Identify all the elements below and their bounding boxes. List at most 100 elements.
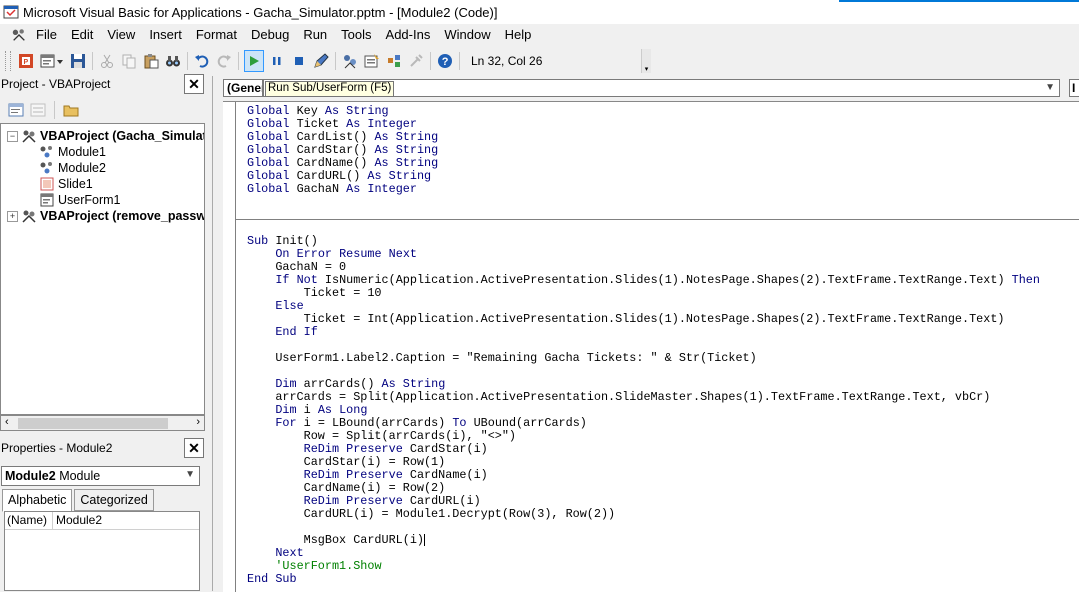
module-icon bbox=[39, 145, 55, 159]
object-browser-icon bbox=[388, 55, 400, 67]
paste-button[interactable] bbox=[142, 52, 160, 70]
properties-grid: (Name) Module2 bbox=[4, 511, 200, 591]
code-line[interactable]: Ticket = Int(Application.ActivePresentat… bbox=[247, 313, 1005, 326]
title-accent bbox=[839, 0, 1079, 2]
object-combo[interactable]: (General) bbox=[223, 79, 263, 97]
tree-item-label: UserForm1 bbox=[58, 193, 121, 207]
toolbar-grip[interactable] bbox=[5, 51, 11, 71]
tree-item-vbaproject-remove-password[interactable]: + VBAProject (remove_password.pptm) bbox=[7, 208, 204, 224]
break-button[interactable] bbox=[268, 52, 286, 70]
view-object-button[interactable] bbox=[29, 101, 47, 119]
undo-icon bbox=[195, 55, 209, 68]
collapse-icon[interactable]: − bbox=[7, 130, 18, 142]
menu-tools[interactable]: Tools bbox=[334, 24, 378, 46]
menu-window[interactable]: Window bbox=[437, 24, 497, 46]
project-pane-toolbar bbox=[0, 98, 206, 122]
chevron-down-icon: ▼ bbox=[185, 469, 195, 480]
view-host-app-button[interactable]: P bbox=[17, 52, 35, 70]
tab-categorized[interactable]: Categorized bbox=[74, 489, 154, 511]
save-button[interactable] bbox=[69, 52, 87, 70]
help-button[interactable]: ? bbox=[436, 52, 454, 70]
menu-addins[interactable]: Add-Ins bbox=[379, 24, 438, 46]
view-code-button[interactable] bbox=[7, 101, 25, 119]
toolbar-separator bbox=[92, 52, 93, 70]
reset-button[interactable] bbox=[290, 52, 308, 70]
window-title: Microsoft Visual Basic for Applications … bbox=[23, 4, 498, 20]
tree-item-module1[interactable]: Module1 bbox=[39, 144, 106, 160]
insert-userform-button[interactable] bbox=[39, 52, 65, 70]
properties-icon bbox=[364, 54, 379, 68]
design-mode-button[interactable] bbox=[312, 52, 330, 70]
tree-item-userform1[interactable]: UserForm1 bbox=[39, 192, 121, 208]
toolbar-options-chevron[interactable]: ▾ bbox=[641, 49, 651, 73]
code-line[interactable]: UserForm1.Label2.Caption = "Remaining Ga… bbox=[247, 352, 756, 365]
properties-pane-close-button[interactable]: ✕ bbox=[184, 438, 204, 458]
code-line[interactable]: CardURL(i) = Module1.Decrypt(Row(3), Row… bbox=[247, 508, 616, 521]
object-browser-button[interactable] bbox=[385, 52, 403, 70]
properties-window-button[interactable] bbox=[363, 52, 381, 70]
project-tree-hscrollbar[interactable]: ‹ › bbox=[0, 415, 205, 431]
property-key: (Name) bbox=[5, 512, 53, 529]
tree-item-module2[interactable]: Module2 bbox=[39, 160, 106, 176]
folder-icon bbox=[63, 105, 79, 117]
slide-object-icon bbox=[39, 177, 55, 191]
toolbar-separator bbox=[238, 52, 239, 70]
properties-object-select[interactable]: Module2 Module ▼ bbox=[1, 466, 200, 486]
copy-icon bbox=[122, 54, 136, 69]
cursor-position-label: Ln 32, Col 26 bbox=[471, 54, 543, 68]
tree-item-slide1[interactable]: Slide1 bbox=[39, 176, 93, 192]
copy-button[interactable] bbox=[120, 52, 138, 70]
paste-icon bbox=[144, 54, 159, 69]
project-explorer-button[interactable] bbox=[341, 52, 359, 70]
code-line[interactable]: Global GachaN As Integer bbox=[247, 183, 417, 196]
menu-help[interactable]: Help bbox=[498, 24, 539, 46]
code-line[interactable]: End If bbox=[247, 326, 318, 339]
toggle-folders-button[interactable] bbox=[62, 101, 80, 119]
expand-icon[interactable]: + bbox=[7, 210, 18, 222]
menu-run[interactable]: Run bbox=[296, 24, 334, 46]
toolbox-button[interactable] bbox=[407, 52, 425, 70]
vba-project-menu-icon[interactable] bbox=[11, 27, 27, 43]
find-button[interactable] bbox=[164, 52, 182, 70]
properties-object-type: Module bbox=[59, 469, 101, 483]
tab-alphabetic[interactable]: Alphabetic bbox=[2, 489, 73, 512]
tree-item-label: VBAProject (Gacha_Simulator.pptm) bbox=[40, 129, 204, 143]
property-value[interactable]: Module2 bbox=[53, 512, 102, 529]
code-window-right-combo[interactable]: I bbox=[1069, 79, 1079, 97]
vba-app-icon bbox=[3, 4, 19, 20]
code-line[interactable]: End Sub bbox=[247, 573, 297, 586]
scroll-left-icon[interactable]: ‹ bbox=[5, 416, 9, 428]
menu-help-label: Help bbox=[504, 27, 532, 42]
properties-tabs: Alphabetic Categorized bbox=[2, 489, 156, 512]
scroll-right-icon[interactable]: › bbox=[196, 416, 200, 428]
powerpoint-icon: P bbox=[19, 54, 33, 68]
undo-button[interactable] bbox=[193, 52, 211, 70]
userform-icon bbox=[40, 54, 63, 68]
menu-format[interactable]: Format bbox=[189, 24, 244, 46]
vba-project-icon bbox=[21, 209, 37, 223]
userform-icon bbox=[39, 193, 55, 207]
code-editor[interactable]: Global Key As String Global Ticket As Int… bbox=[223, 101, 1079, 592]
toolbar-separator bbox=[335, 52, 336, 70]
property-row[interactable]: (Name) Module2 bbox=[5, 512, 199, 530]
help-icon: ? bbox=[438, 54, 452, 68]
menu-file[interactable]: File bbox=[29, 24, 64, 46]
redo-button[interactable] bbox=[215, 52, 233, 70]
scrollbar-thumb[interactable] bbox=[18, 418, 168, 429]
module-icon bbox=[39, 161, 55, 175]
run-sub-button[interactable] bbox=[244, 50, 264, 72]
project-pane-close-button[interactable]: ✕ bbox=[184, 74, 204, 94]
menu-view[interactable]: View bbox=[100, 24, 142, 46]
menu-file-label: File bbox=[36, 27, 57, 42]
tree-item-vbaproject-gacha[interactable]: − VBAProject (Gacha_Simulator.pptm) bbox=[7, 128, 204, 144]
cut-button[interactable] bbox=[98, 52, 116, 70]
view-object-icon bbox=[30, 103, 46, 117]
redo-icon bbox=[217, 55, 231, 68]
menu-edit[interactable]: Edit bbox=[64, 24, 100, 46]
properties-object-name: Module2 bbox=[5, 469, 56, 483]
chevron-down-icon: ▼ bbox=[1045, 82, 1055, 93]
menu-addins-label: Add-Ins bbox=[385, 27, 431, 42]
scissors-icon bbox=[101, 54, 113, 68]
menu-debug[interactable]: Debug bbox=[244, 24, 296, 46]
menu-insert[interactable]: Insert bbox=[142, 24, 189, 46]
